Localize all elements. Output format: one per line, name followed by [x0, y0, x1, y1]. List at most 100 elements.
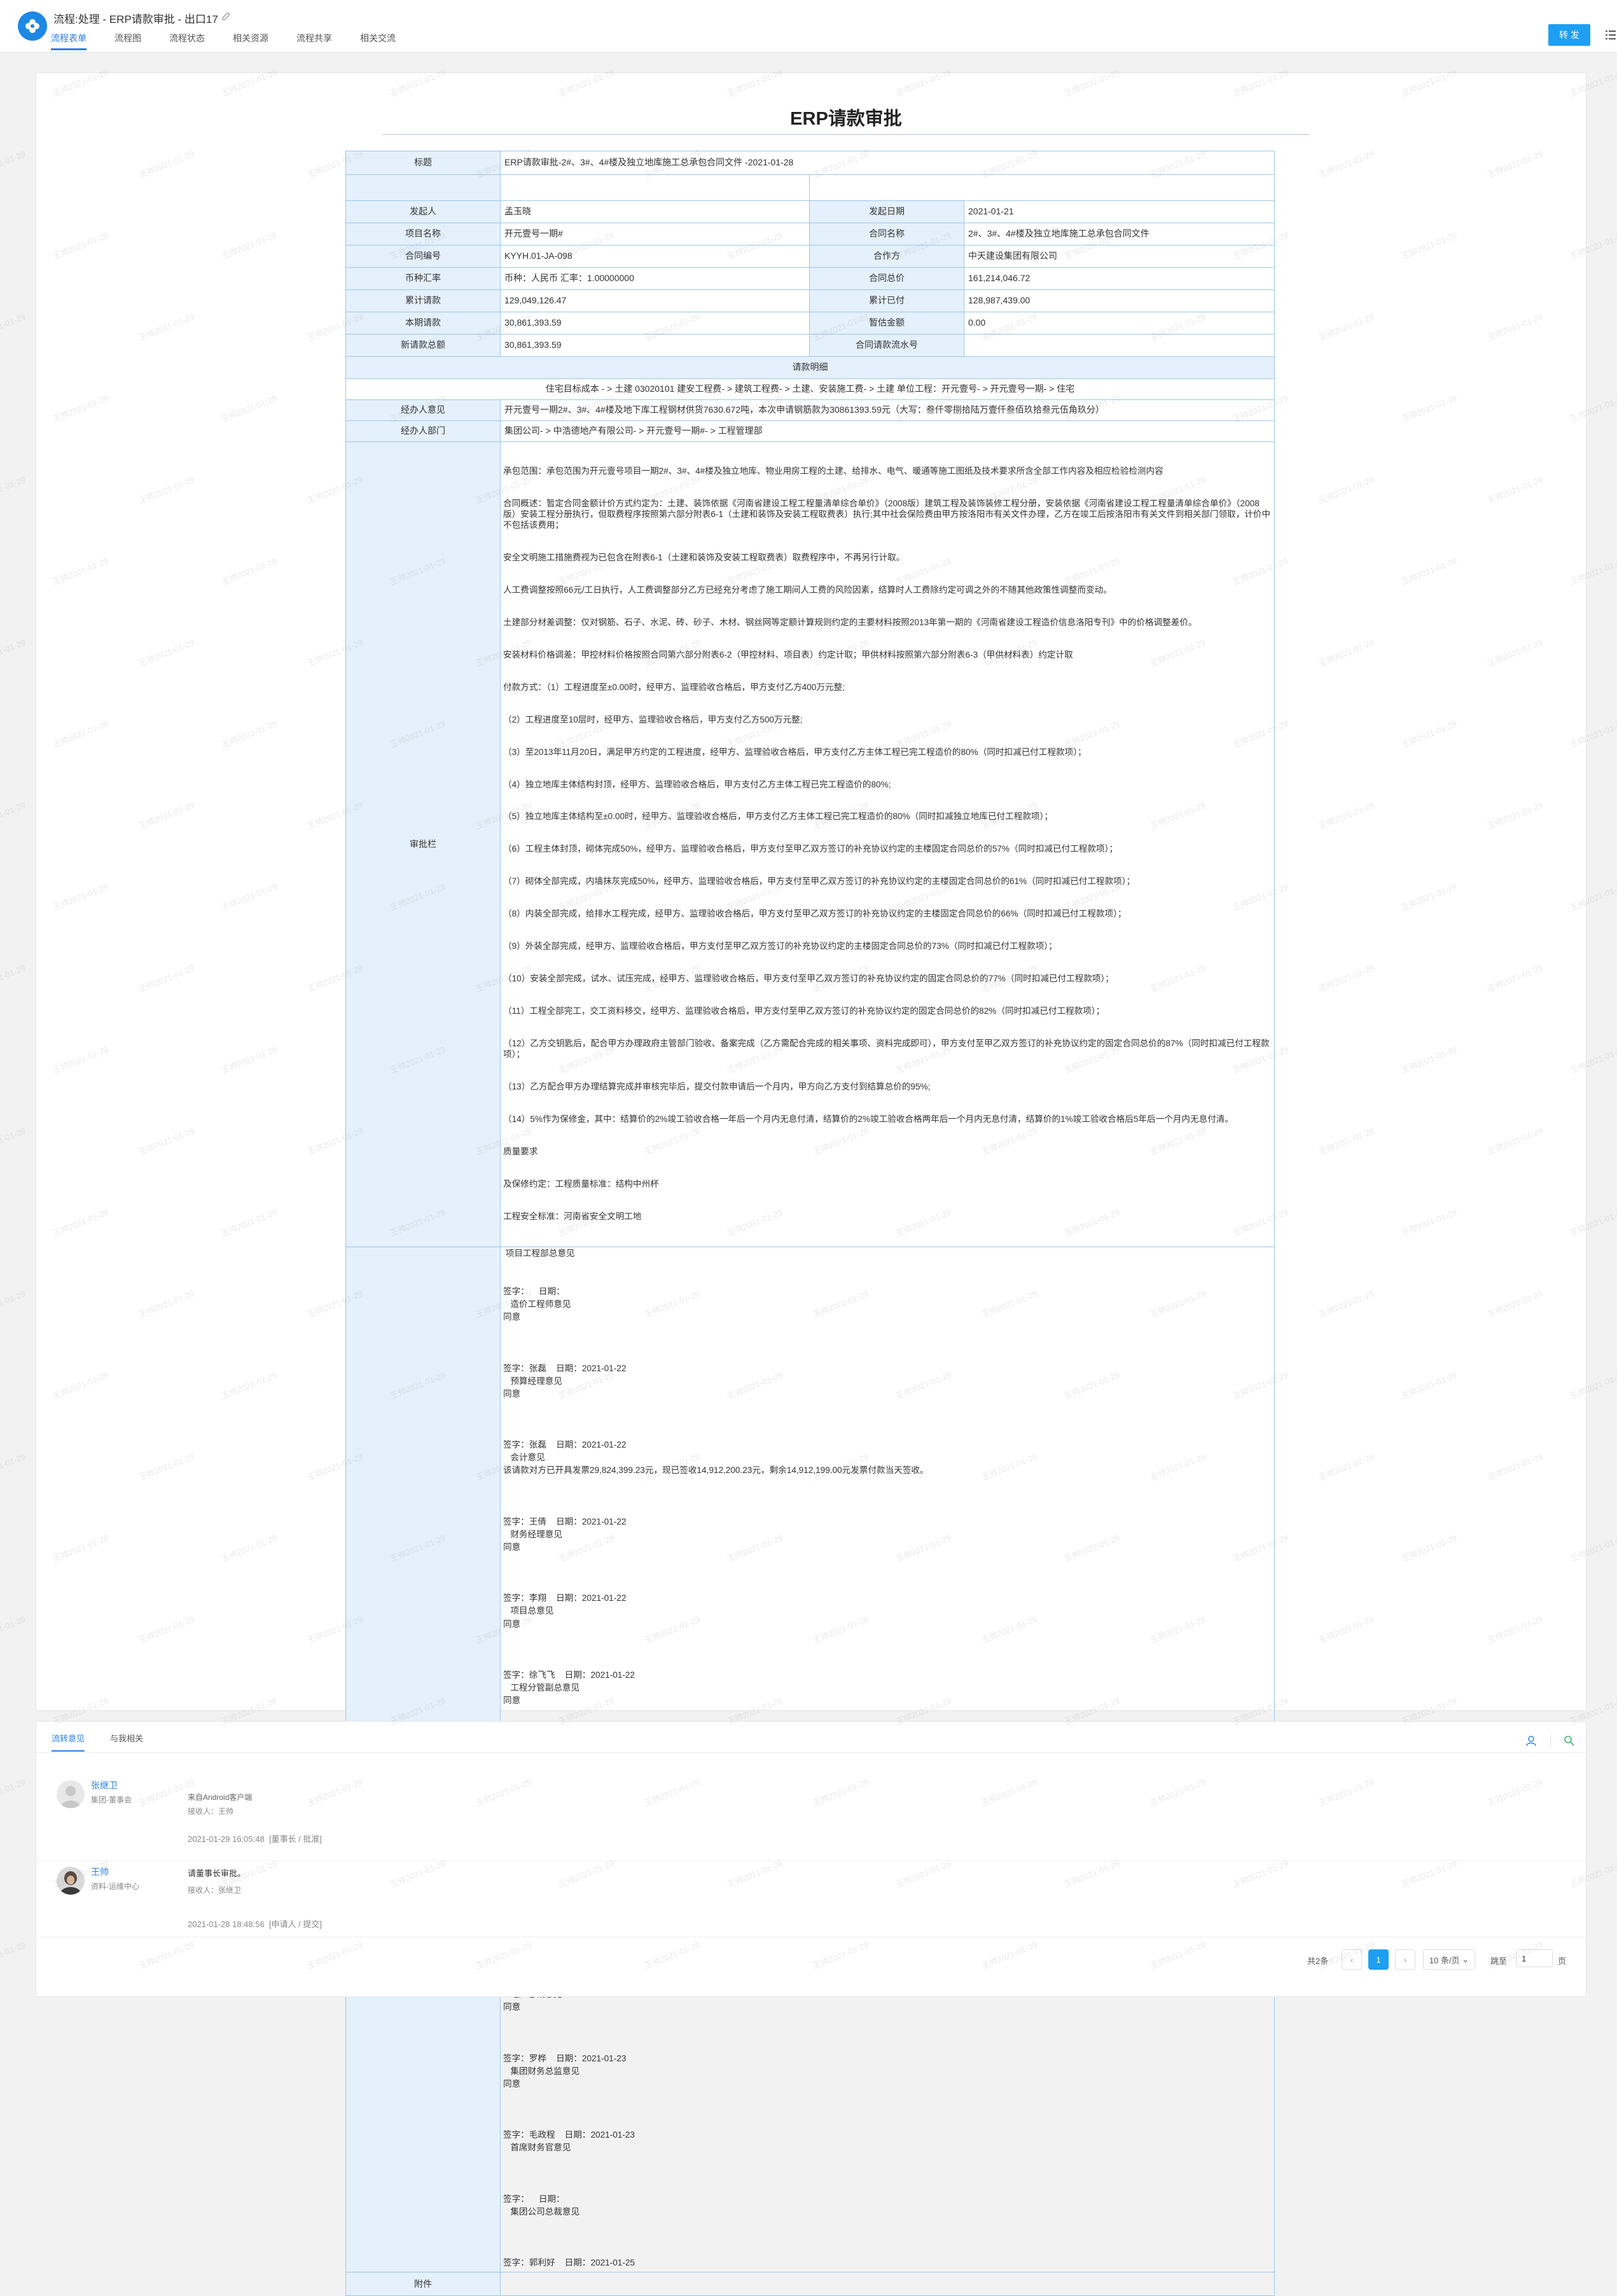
contract-no-label: 合同编号 — [345, 245, 501, 268]
handler-dept-value: 集团公司- > 中浩德地产有限公司- > 开元壹号一期#- > 工程管理部 — [500, 420, 1275, 442]
tab-resources[interactable]: 相关资源 — [233, 32, 268, 50]
approval-line: 质量要求 — [503, 1146, 538, 1156]
opinion-user-name[interactable]: 张继卫 — [91, 1779, 118, 1792]
approval-line: （13）乙方配合甲方办理结算完成并审核完毕后，提交付款申请后一个月内，甲方向乙方… — [503, 1082, 931, 1092]
opinion-line — [503, 1338, 1272, 1351]
opinion-tabs: 流转意见 与我相关 — [52, 1732, 169, 1752]
acc-paid-label: 累计已付 — [809, 289, 964, 312]
opinion-timestamp: 2021-01-28 18:48:56 — [188, 1919, 265, 1929]
tab-status[interactable]: 流程状态 — [169, 32, 205, 50]
opinion-line — [503, 2117, 1272, 2130]
blank-value-cell-2 — [809, 174, 1275, 201]
row-blank — [345, 174, 1275, 201]
jump-page-input[interactable]: 1 — [1516, 1949, 1553, 1967]
opinion-user-dept: 资料-运维中心 — [91, 1882, 139, 1891]
opinion-user-dept: 集团-董事会 — [91, 1795, 132, 1804]
opinion-line: 签字：郭利好 日期：2021-01-25 — [503, 2258, 635, 2268]
opinion-line — [503, 2182, 1272, 2194]
form-tabs: 流程表单 流程图 流程状态 相关资源 流程共享 相关交流 — [51, 32, 424, 50]
avatar — [57, 1867, 85, 1895]
top-bar: 流程:处理 - ERP请款审批 - 出口17 流程表单 流程图 流程状态 相关资… — [0, 0, 1617, 53]
opinion-line: 同意 — [503, 1542, 521, 1552]
search-icon[interactable] — [1563, 1734, 1576, 1747]
provisional-label: 暂估金额 — [809, 312, 964, 335]
next-page-button[interactable]: › — [1395, 1949, 1415, 1970]
opinion-line — [503, 1632, 1272, 1645]
opinion-line — [503, 1568, 1272, 1580]
opinion-line: 工程分管副总意见 — [503, 1683, 580, 1693]
opinion-line: 签字：毛政程 日期：2021-01-23 — [503, 2130, 635, 2140]
approval-line: 付款方式：（1）工程进度至±0.00时，经甲方、监理验收合格后，甲方支付乙方40… — [503, 682, 845, 692]
approval-line: 土建部分材差调整：仅对钢筋、石子、水泥、砖、砂子、木材、钢丝网等定额计算规则约定… — [503, 617, 1197, 627]
row-handler-dept: 经办人部门 集团公司- > 中浩德地产有限公司- > 开元壹号一期#- > 工程… — [345, 420, 1275, 442]
watermark-text: 王帅2021-01-29 — [0, 149, 27, 180]
acc-request-label: 累计请款 — [345, 289, 501, 312]
opinion-line — [503, 1504, 1272, 1517]
row-detail: 住宅目标成本 - > 土建 03020101 建安工程费- > 建筑工程费- >… — [345, 378, 1275, 400]
cur-request-value: 30,861,393.59 — [500, 312, 810, 335]
logo-flower-icon — [25, 19, 39, 33]
opinion-time: 2021-01-29 16:05:48 [董事长 / 批准] — [188, 1832, 322, 1844]
opinion-action-tag: [董事长 / 批准] — [268, 1834, 323, 1844]
row-attachment: 附件 — [345, 2272, 1275, 2296]
opinion-line — [503, 1261, 1272, 1274]
tab-share[interactable]: 流程共享 — [296, 32, 332, 50]
detail-value: 住宅目标成本 - > 土建 03020101 建安工程费- > 建筑工程费- >… — [345, 378, 1275, 400]
page-size-select[interactable]: 10 条/页 ⌄ — [1423, 1949, 1475, 1970]
row-initiator: 发起人 孟玉晓 发起日期 2021-01-21 — [345, 200, 1275, 223]
opinion-line — [503, 1657, 1272, 1670]
opinion-line — [503, 2245, 1272, 2258]
tag-edit-icon[interactable] — [220, 10, 233, 23]
opinion-line — [503, 1274, 1272, 1287]
row-approval: 审批栏 承包范围：承包范围为开元壹号项目一期2#、3#、4#楼及独立地库、物业用… — [345, 441, 1275, 1247]
currency-value: 币种：人民币 汇率：1.00000000 — [500, 267, 810, 290]
opinion-line: 签字：罗桦 日期：2021-01-23 — [503, 2053, 627, 2063]
form-panel: ERP请款审批 标题 ERP请款审批-2#、3#、4#楼及独立地库施工总承包合同… — [36, 73, 1586, 2296]
cur-request-label: 本期请款 — [345, 312, 501, 335]
opinion-line: 首席财务官意见 — [503, 2143, 571, 2153]
approval-line: 安装材料价格调差：甲控材料价格按照合同第六部分附表6-2（甲控材料、项目表）约定… — [503, 649, 1073, 660]
tab-flowchart[interactable]: 流程图 — [115, 32, 141, 50]
row-accumulated: 累计请款 129,049,126.47 累计已付 128,987,439.00 — [345, 289, 1275, 312]
watermark-text: 王帅2021-01-29 — [0, 1451, 27, 1483]
approval-line: （7）砌体全部完成，内墙抹灰完成50%，经甲方、监理验收合格后，甲方支付至甲乙双… — [503, 876, 1135, 887]
user-photo-avatar — [57, 1867, 85, 1895]
watermark-text: 王帅2021-01-29 — [0, 963, 27, 994]
serial-label: 合同请款流水号 — [809, 334, 964, 357]
opinion-text: 请董事长审批。 — [188, 1869, 246, 1878]
tab-form[interactable]: 流程表单 — [51, 32, 87, 50]
approval-content: 承包范围：承包范围为开元壹号项目一期2#、3#、4#楼及独立地库、物业用房工程的… — [500, 441, 1275, 1247]
row-currency: 币种汇率 币种：人民币 汇率：1.00000000 合同总价 161,214,0… — [345, 267, 1275, 290]
approval-line: （8）内装全部完成，给排水工程完成，经甲方、监理验收合格后，甲方支付至甲乙双方签… — [503, 909, 1127, 919]
opinion-line: 同意 — [503, 1388, 521, 1399]
user-filter-icon[interactable] — [1525, 1734, 1537, 1747]
tabs-divider — [36, 1752, 1586, 1753]
opinion-user-name[interactable]: 王帅 — [91, 1865, 109, 1878]
opinion-line — [503, 1555, 1272, 1568]
approval-line: （9）外装全部完成，经甲方、监理验收合格后，甲方支付至甲乙双方签订的补充协议约定… — [503, 941, 1057, 951]
approval-line: （4）独立地库主体结构封顶，经甲方、监理验收合格后，甲方支付乙方主体工程已完工程… — [503, 779, 891, 789]
row-detail-header: 请款明细 — [345, 356, 1275, 379]
opinion-line — [503, 1402, 1272, 1414]
opinion-line — [503, 2105, 1272, 2117]
workflow-title: 流程:处理 - ERP请款审批 - 出口17 — [53, 13, 218, 25]
contract-total-label: 合同总价 — [809, 267, 964, 290]
forward-button[interactable]: 转 发 — [1548, 24, 1590, 46]
acc-request-value: 129,049,126.47 — [500, 289, 810, 312]
watermark-text: 王帅2021-01-29 — [0, 474, 27, 506]
page-button[interactable]: 1 — [1368, 1949, 1389, 1970]
watermark-text: 王帅2021-01-29 — [0, 1126, 27, 1157]
opinion-line: 签字：张磊 日期：2021-01-22 — [503, 1363, 627, 1373]
prev-page-button[interactable]: ‹ — [1342, 1949, 1362, 1970]
watermark-text: 王帅2021-01-29 — [0, 1940, 27, 1971]
tab-related-to-me[interactable]: 与我相关 — [110, 1732, 143, 1752]
opinion-line: 集团公司总裁意见 — [503, 2206, 580, 2216]
tab-discussion[interactable]: 相关交流 — [360, 32, 396, 50]
menu-list-icon[interactable] — [1604, 28, 1617, 42]
tab-flow-opinions[interactable]: 流转意见 — [52, 1732, 85, 1752]
approval-line: 人工费调整按照66元/工日执行，人工费调整部分乙方已经充分考虑了施工期间人工费的… — [503, 584, 1112, 595]
opinion-line: 项目工程部总意见 — [503, 1248, 575, 1258]
handler-opinion-label: 经办人意见 — [345, 399, 501, 421]
opinion-line — [503, 2028, 1272, 2041]
blank-value-cell — [500, 174, 810, 201]
